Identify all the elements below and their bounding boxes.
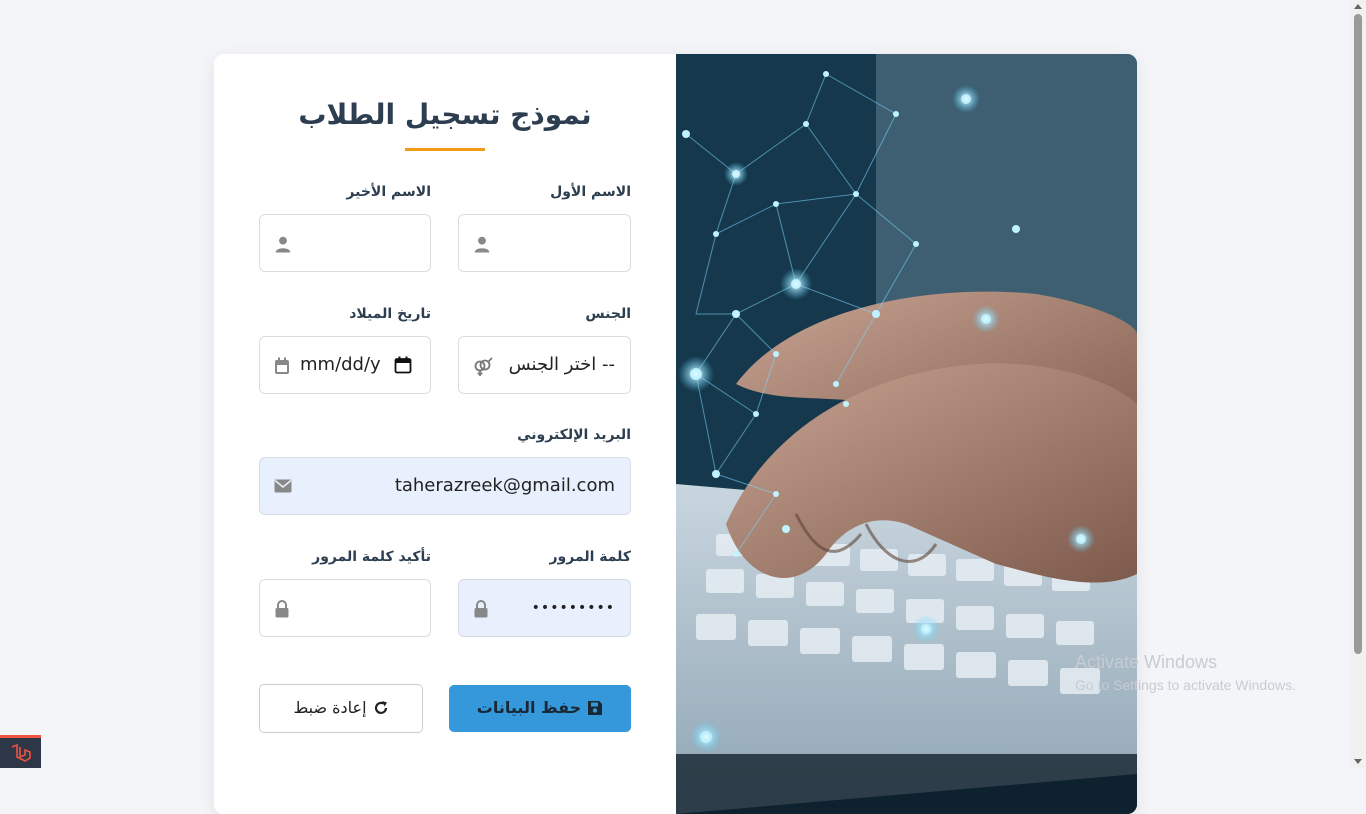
gender-select[interactable]: -- اختر الجنس	[458, 336, 631, 394]
user-icon	[274, 235, 292, 253]
hands-typing-network-image	[676, 54, 1137, 814]
reset-button-label: إعادة ضبط	[293, 698, 367, 717]
last-name-label: الاسم الأخير	[346, 184, 431, 200]
form-pane: نموذج تسجيل الطلاب الاسم الأول الاسم الأ…	[214, 54, 676, 814]
hero-image	[676, 54, 1137, 814]
gender-selected: -- اختر الجنس	[508, 354, 615, 375]
save-button-label: حفظ البيانات	[476, 698, 582, 717]
save-button[interactable]: حفظ البيانات	[449, 685, 631, 732]
confirm-password-label: تأكيد كلمة المرور	[312, 549, 431, 565]
gender-label: الجنس	[585, 306, 631, 322]
lock-icon	[473, 600, 491, 618]
scroll-up-arrow[interactable]	[1354, 4, 1362, 9]
envelope-icon	[274, 478, 292, 496]
page-title: نموذج تسجيل الطلاب	[298, 98, 592, 131]
birth-date-label: تاريخ الميلاد	[349, 306, 431, 322]
calendar-icon	[274, 357, 292, 375]
venus-mars-icon	[473, 357, 493, 376]
activate-windows-subtitle: Go to Settings to activate Windows.	[1075, 677, 1296, 693]
save-icon	[588, 701, 603, 715]
title-underline	[405, 148, 485, 151]
birth-date-placeholder: mm/dd/y	[300, 354, 381, 375]
calendar-picker-icon[interactable]	[394, 356, 412, 378]
laravel-icon	[11, 743, 31, 762]
activate-windows-title: Activate Windows	[1075, 652, 1218, 672]
confirm-password-field[interactable]	[259, 579, 431, 637]
registration-card: نموذج تسجيل الطلاب الاسم الأول الاسم الأ…	[214, 54, 1137, 814]
email-field[interactable]: taherazreek@gmail.com	[259, 457, 631, 515]
lock-icon	[274, 600, 292, 618]
scroll-thumb[interactable]	[1354, 14, 1362, 654]
email-label: البريد الإلكتروني	[517, 427, 631, 443]
scroll-down-arrow[interactable]	[1354, 759, 1362, 764]
first-name-field[interactable]	[458, 214, 631, 272]
password-label: كلمة المرور	[549, 549, 631, 565]
email-value: taherazreek@gmail.com	[394, 475, 615, 496]
first-name-label: الاسم الأول	[550, 184, 631, 200]
last-name-field[interactable]	[259, 214, 431, 272]
user-icon	[473, 235, 491, 253]
reset-button[interactable]: إعادة ضبط	[259, 684, 423, 733]
birth-date-field[interactable]: mm/dd/y	[259, 336, 431, 394]
vertical-scrollbar[interactable]	[1350, 0, 1366, 768]
password-field[interactable]: •••••••••	[458, 579, 631, 637]
laravel-debug-badge[interactable]	[0, 735, 41, 768]
redo-icon	[374, 701, 387, 714]
password-value: •••••••••	[531, 600, 615, 616]
